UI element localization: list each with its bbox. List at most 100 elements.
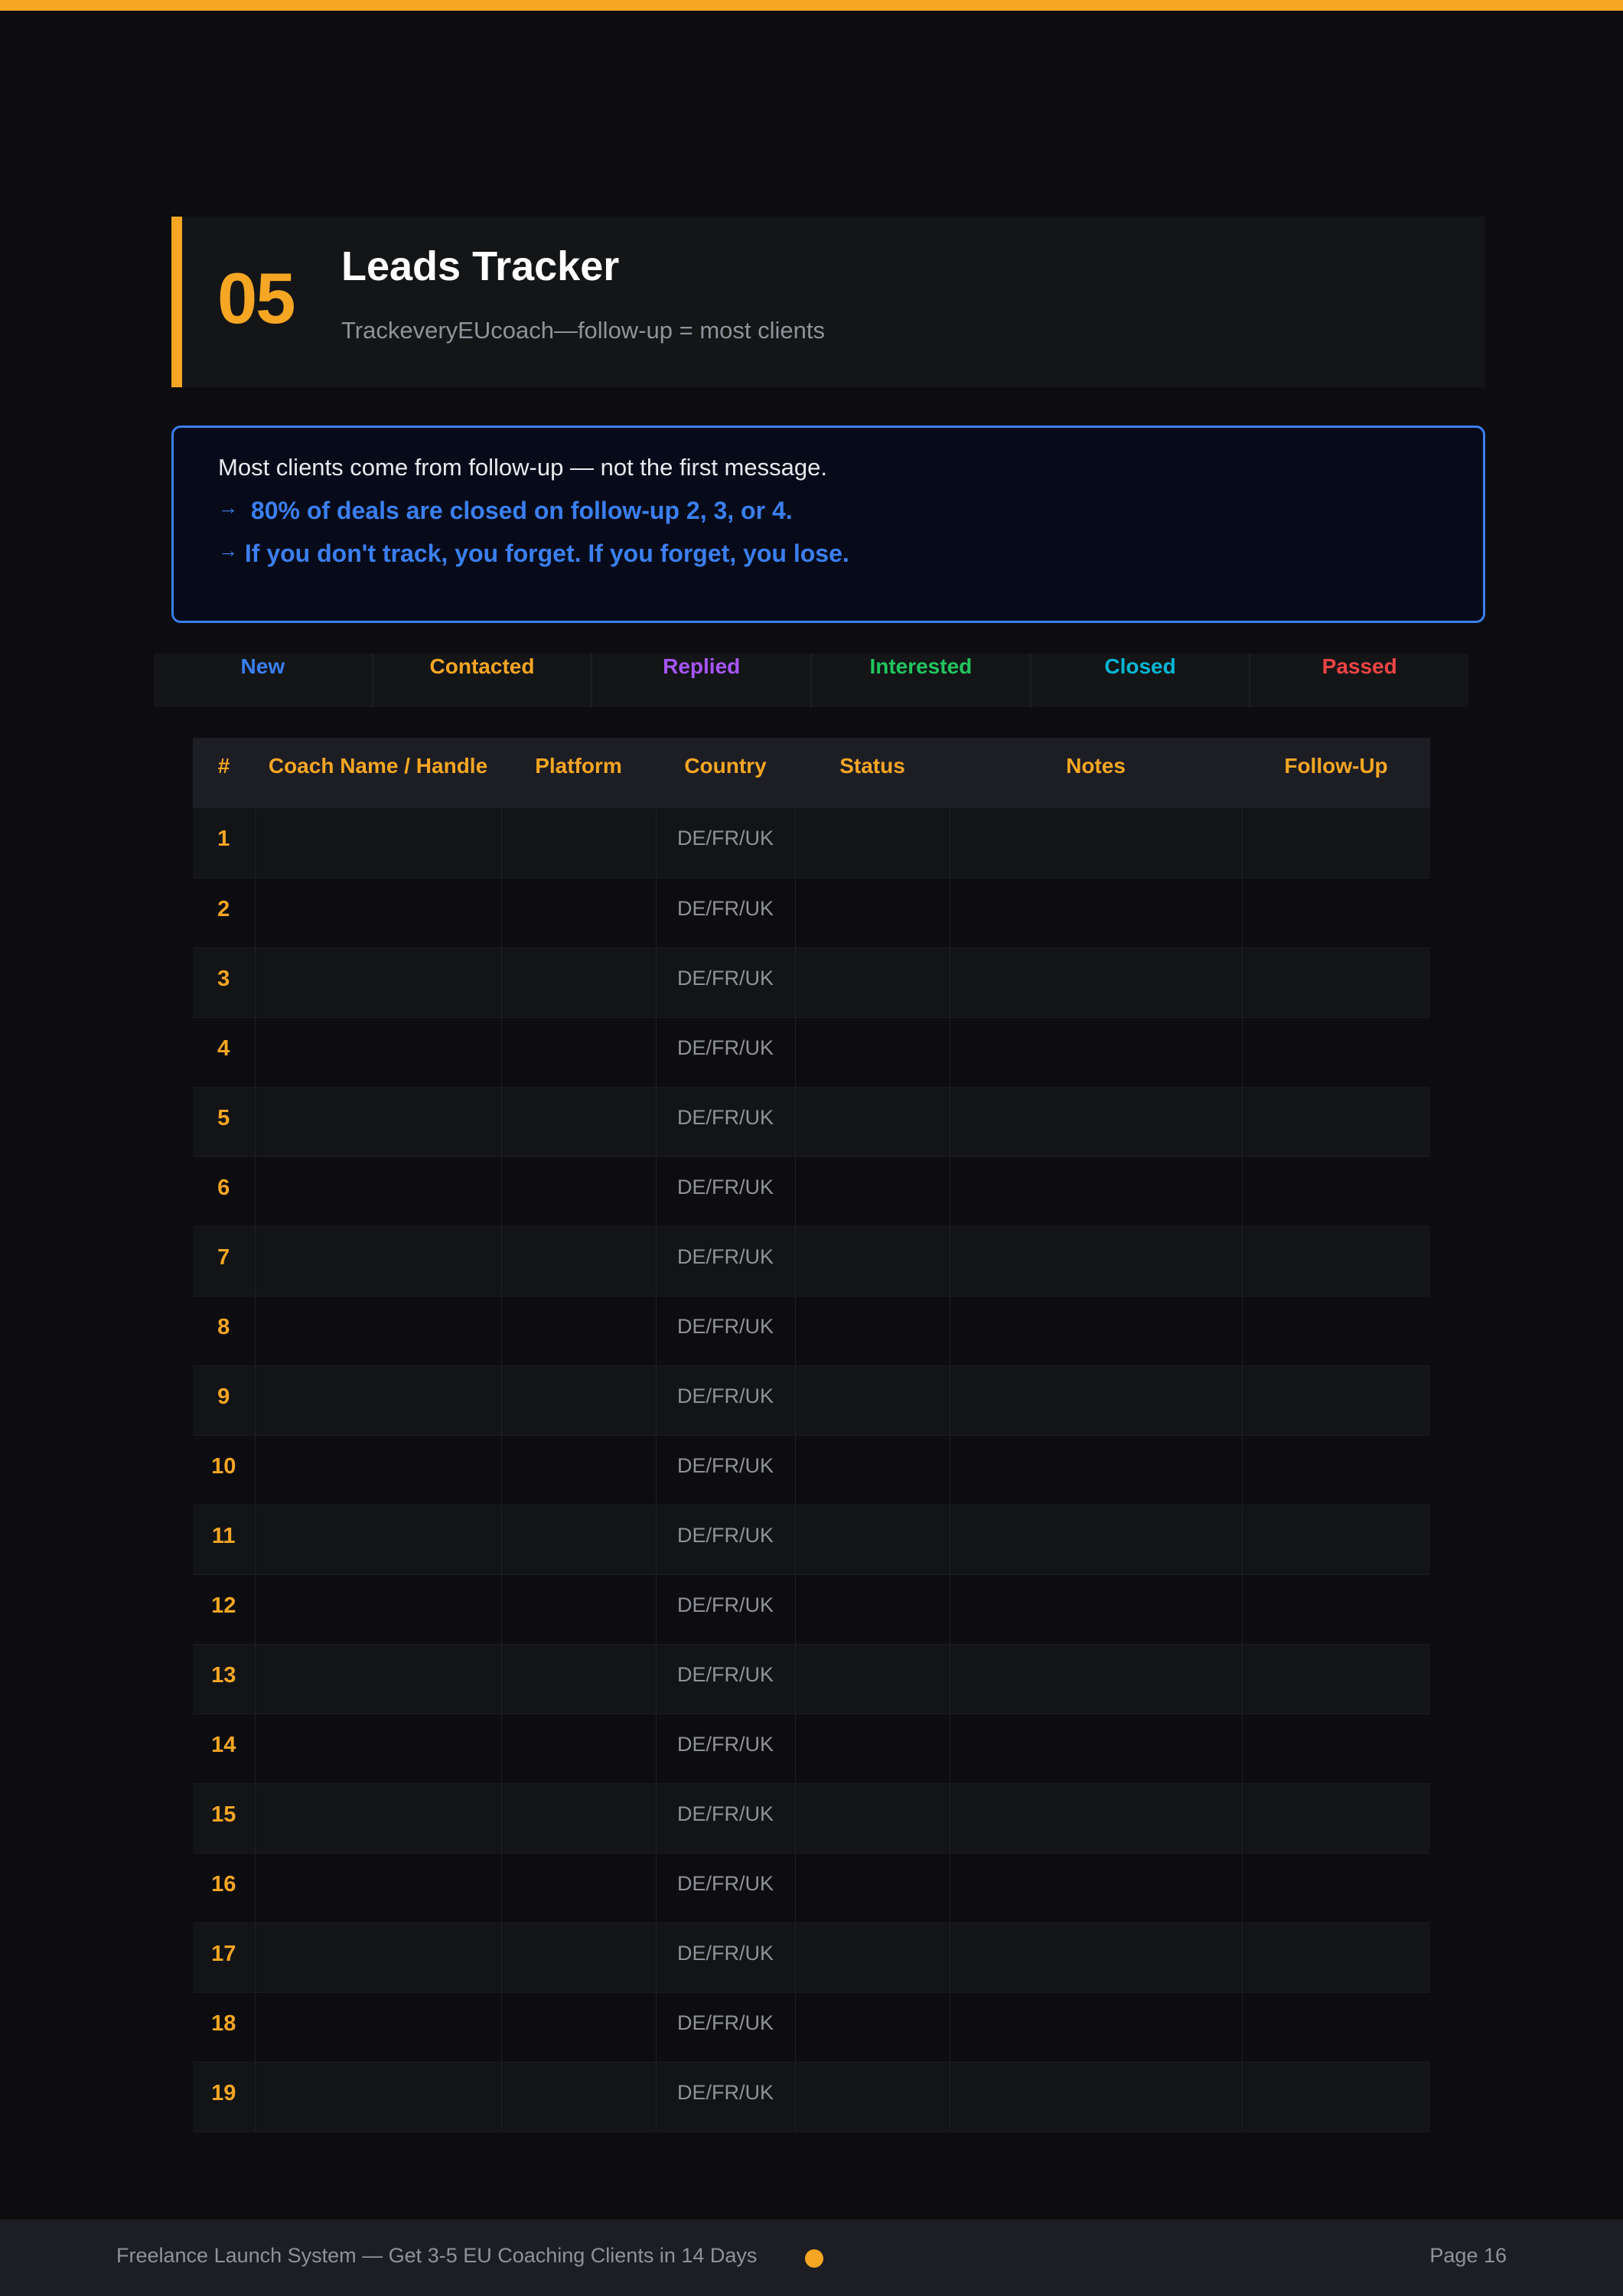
follow-up-cell[interactable]	[1242, 2062, 1430, 2132]
platform-cell[interactable]	[501, 1087, 657, 1157]
coach-name-cell[interactable]	[255, 1574, 502, 1645]
platform-cell[interactable]	[501, 1853, 657, 1923]
notes-cell[interactable]	[950, 1017, 1243, 1088]
status-cell[interactable]	[795, 878, 950, 948]
coach-name-cell[interactable]	[255, 1714, 502, 1784]
follow-up-cell[interactable]	[1242, 1296, 1430, 1366]
notes-cell[interactable]	[950, 2062, 1243, 2132]
platform-cell[interactable]	[501, 1296, 657, 1366]
notes-cell[interactable]	[950, 1783, 1243, 1854]
status-cell[interactable]	[795, 1505, 950, 1575]
coach-name-cell[interactable]	[255, 1505, 502, 1575]
status-cell[interactable]	[795, 1365, 950, 1436]
notes-cell[interactable]	[950, 1505, 1243, 1575]
status-cell[interactable]	[795, 1992, 950, 2063]
notes-cell[interactable]	[950, 1923, 1243, 1993]
platform-cell[interactable]	[501, 1923, 657, 1993]
platform-cell[interactable]	[501, 1644, 657, 1714]
notes-cell[interactable]	[950, 947, 1243, 1018]
notes-cell[interactable]	[950, 1644, 1243, 1714]
status-cell[interactable]	[795, 1156, 950, 1227]
notes-cell[interactable]	[950, 1087, 1243, 1157]
platform-cell[interactable]	[501, 1156, 657, 1227]
platform-cell[interactable]	[501, 1992, 657, 2063]
platform-cell[interactable]	[501, 1435, 657, 1505]
platform-cell[interactable]	[501, 1365, 657, 1436]
coach-name-cell[interactable]	[255, 878, 502, 948]
status-cell[interactable]	[795, 1783, 950, 1854]
follow-up-cell[interactable]	[1242, 1853, 1430, 1923]
follow-up-cell[interactable]	[1242, 1226, 1430, 1296]
country-cell[interactable]: DE/FR/UK	[656, 1992, 796, 2063]
platform-cell[interactable]	[501, 1714, 657, 1784]
coach-name-cell[interactable]	[255, 2062, 502, 2132]
country-cell[interactable]: DE/FR/UK	[656, 1923, 796, 1993]
platform-cell[interactable]	[501, 1783, 657, 1854]
status-cell[interactable]	[795, 1574, 950, 1645]
platform-cell[interactable]	[501, 947, 657, 1018]
follow-up-cell[interactable]	[1242, 1992, 1430, 2063]
platform-cell[interactable]	[501, 878, 657, 948]
follow-up-cell[interactable]	[1242, 1644, 1430, 1714]
notes-cell[interactable]	[950, 1853, 1243, 1923]
status-cell[interactable]	[795, 1923, 950, 1993]
status-cell[interactable]	[795, 1435, 950, 1505]
country-cell[interactable]: DE/FR/UK	[656, 1853, 796, 1923]
platform-cell[interactable]	[501, 2062, 657, 2132]
notes-cell[interactable]	[950, 808, 1243, 879]
notes-cell[interactable]	[950, 1574, 1243, 1645]
follow-up-cell[interactable]	[1242, 1923, 1430, 1993]
notes-cell[interactable]	[950, 1992, 1243, 2063]
follow-up-cell[interactable]	[1242, 1365, 1430, 1436]
country-cell[interactable]: DE/FR/UK	[656, 1017, 796, 1088]
coach-name-cell[interactable]	[255, 1296, 502, 1366]
follow-up-cell[interactable]	[1242, 1156, 1430, 1227]
coach-name-cell[interactable]	[255, 808, 502, 879]
country-cell[interactable]: DE/FR/UK	[656, 1156, 796, 1227]
follow-up-cell[interactable]	[1242, 1017, 1430, 1088]
notes-cell[interactable]	[950, 1226, 1243, 1296]
status-cell[interactable]	[795, 1296, 950, 1366]
country-cell[interactable]: DE/FR/UK	[656, 1296, 796, 1366]
status-cell[interactable]	[795, 1226, 950, 1296]
follow-up-cell[interactable]	[1242, 808, 1430, 879]
coach-name-cell[interactable]	[255, 1365, 502, 1436]
coach-name-cell[interactable]	[255, 1853, 502, 1923]
coach-name-cell[interactable]	[255, 947, 502, 1018]
country-cell[interactable]: DE/FR/UK	[656, 1087, 796, 1157]
follow-up-cell[interactable]	[1242, 1505, 1430, 1575]
coach-name-cell[interactable]	[255, 1923, 502, 1993]
country-cell[interactable]: DE/FR/UK	[656, 1644, 796, 1714]
coach-name-cell[interactable]	[255, 1226, 502, 1296]
coach-name-cell[interactable]	[255, 1783, 502, 1854]
status-cell[interactable]	[795, 1644, 950, 1714]
country-cell[interactable]: DE/FR/UK	[656, 808, 796, 879]
notes-cell[interactable]	[950, 1156, 1243, 1227]
platform-cell[interactable]	[501, 1226, 657, 1296]
notes-cell[interactable]	[950, 1714, 1243, 1784]
follow-up-cell[interactable]	[1242, 1714, 1430, 1784]
notes-cell[interactable]	[950, 1435, 1243, 1505]
country-cell[interactable]: DE/FR/UK	[656, 878, 796, 948]
country-cell[interactable]: DE/FR/UK	[656, 1505, 796, 1575]
platform-cell[interactable]	[501, 1505, 657, 1575]
country-cell[interactable]: DE/FR/UK	[656, 1574, 796, 1645]
country-cell[interactable]: DE/FR/UK	[656, 2062, 796, 2132]
follow-up-cell[interactable]	[1242, 1574, 1430, 1645]
coach-name-cell[interactable]	[255, 1435, 502, 1505]
country-cell[interactable]: DE/FR/UK	[656, 1435, 796, 1505]
country-cell[interactable]: DE/FR/UK	[656, 1714, 796, 1784]
status-cell[interactable]	[795, 1087, 950, 1157]
country-cell[interactable]: DE/FR/UK	[656, 1226, 796, 1296]
country-cell[interactable]: DE/FR/UK	[656, 947, 796, 1018]
follow-up-cell[interactable]	[1242, 947, 1430, 1018]
country-cell[interactable]: DE/FR/UK	[656, 1365, 796, 1436]
status-cell[interactable]	[795, 1714, 950, 1784]
coach-name-cell[interactable]	[255, 1087, 502, 1157]
follow-up-cell[interactable]	[1242, 1783, 1430, 1854]
platform-cell[interactable]	[501, 1574, 657, 1645]
coach-name-cell[interactable]	[255, 1992, 502, 2063]
notes-cell[interactable]	[950, 878, 1243, 948]
platform-cell[interactable]	[501, 1017, 657, 1088]
status-cell[interactable]	[795, 1853, 950, 1923]
